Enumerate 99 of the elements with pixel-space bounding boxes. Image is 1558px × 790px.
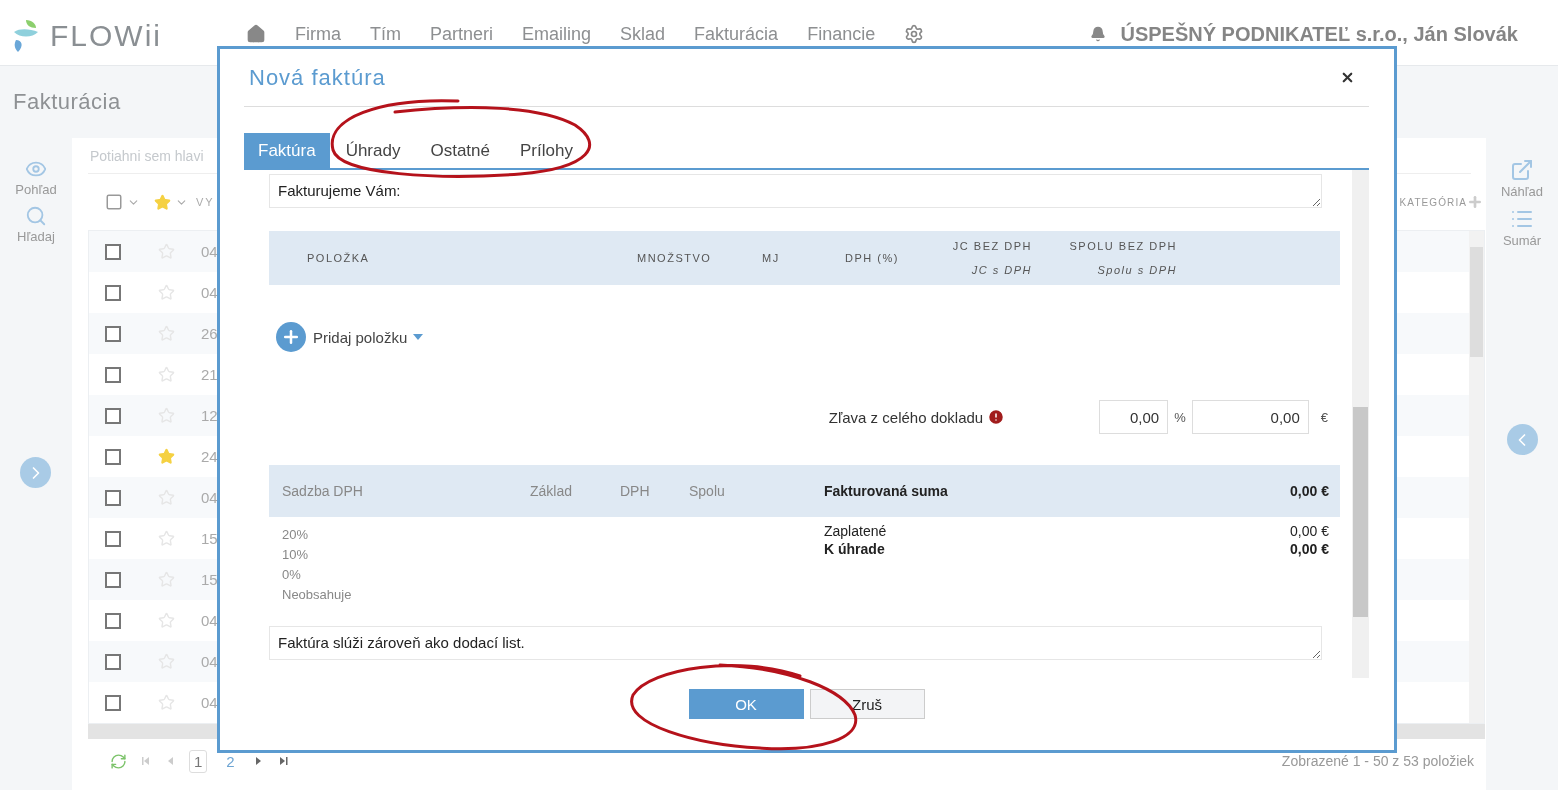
- scrollbar[interactable]: [1352, 170, 1369, 678]
- row-checkbox[interactable]: [104, 489, 121, 506]
- column-header[interactable]: VY: [195, 196, 215, 208]
- column-header: Základ: [530, 483, 574, 499]
- discount-label: Zľava z celého dokladu: [828, 408, 984, 426]
- bell-icon[interactable]: [1090, 26, 1107, 42]
- external-link-icon: [1510, 158, 1535, 182]
- row-checkbox[interactable]: [104, 448, 121, 465]
- plus-icon: [276, 322, 306, 352]
- refresh-icon[interactable]: [109, 752, 127, 770]
- column-header: Spolu: [689, 483, 726, 499]
- column-header: POLOŽKA: [307, 252, 371, 264]
- column-header: SPOLU BEZ DPH: [1068, 240, 1177, 252]
- table-cell: 26: [200, 325, 218, 342]
- expand-button[interactable]: [20, 457, 52, 488]
- plus-icon[interactable]: [1467, 194, 1484, 210]
- table-cell: 04: [200, 489, 218, 506]
- star-icon[interactable]: [157, 694, 175, 711]
- table-cell: 04: [200, 612, 218, 629]
- ok-button[interactable]: OK: [688, 689, 804, 719]
- column-header: MJ: [762, 252, 781, 264]
- page-button[interactable]: 1: [188, 749, 208, 773]
- total-value: 0,00 €: [1290, 523, 1329, 539]
- home-icon[interactable]: [246, 24, 266, 44]
- rail-tool[interactable]: Pohľad: [15, 158, 57, 197]
- column-header[interactable]: KATEGÓRIA: [1399, 196, 1468, 208]
- alert-icon: [987, 408, 1006, 426]
- nav-link[interactable]: Partneri: [430, 23, 494, 45]
- row-checkbox[interactable]: [104, 694, 121, 711]
- vat-rate: 0%: [282, 567, 302, 582]
- total-label: Zaplatené: [824, 523, 887, 539]
- star-icon[interactable]: [157, 530, 175, 547]
- row-checkbox[interactable]: [104, 325, 121, 342]
- row-checkbox[interactable]: [104, 653, 121, 670]
- row-checkbox[interactable]: [104, 366, 121, 383]
- text-area[interactable]: Faktúra slúži zároveň ako dodací list.: [269, 626, 1322, 660]
- table-cell: 04: [200, 694, 218, 711]
- brand-name: FLOWii: [50, 20, 162, 52]
- table-cell: 24: [200, 448, 218, 465]
- column-header: DPH (%): [845, 252, 900, 264]
- unit-label: €: [1320, 409, 1328, 425]
- percent-field[interactable]: 0,00: [1099, 400, 1169, 434]
- total-label: K úhrade: [824, 541, 885, 557]
- nav-link[interactable]: Firma: [295, 23, 341, 45]
- star-icon[interactable]: [157, 612, 175, 629]
- nav-link[interactable]: Tím: [370, 23, 401, 45]
- invoiced-value: 0,00 €: [1290, 483, 1329, 499]
- column-header: MNOŽSTVO: [637, 252, 713, 264]
- column-header: DPH: [620, 483, 651, 499]
- unit-label: %: [1174, 409, 1186, 425]
- rail-tool[interactable]: Hľadaj: [17, 205, 55, 244]
- checkbox-icon[interactable]: [104, 193, 123, 211]
- nav-link[interactable]: Financie: [807, 23, 876, 45]
- add-item-button[interactable]: Pridaj položku: [276, 322, 408, 352]
- account-name[interactable]: ÚSPEŠNÝ PODNIKATEĽ s.r.o., Ján Slovák: [1120, 22, 1518, 46]
- cancel-button[interactable]: Zruš: [809, 689, 925, 719]
- table-cell: 15: [200, 571, 218, 588]
- settings-icon[interactable]: [904, 24, 925, 44]
- row-checkbox[interactable]: [104, 407, 121, 424]
- vat-rate: Neobsahuje: [282, 587, 353, 602]
- page-title: Fakturácia: [13, 89, 121, 115]
- row-checkbox[interactable]: [104, 530, 121, 547]
- total-value: 0,00 €: [1290, 541, 1329, 557]
- star-icon[interactable]: [153, 193, 171, 211]
- search-icon: [24, 205, 47, 227]
- table-cell: 12: [200, 407, 218, 424]
- row-checkbox[interactable]: [104, 612, 121, 629]
- table-cell: 04: [200, 653, 218, 670]
- last-page-icon[interactable]: [277, 756, 288, 766]
- first-page-icon[interactable]: [140, 756, 151, 766]
- star-icon[interactable]: [157, 448, 175, 465]
- rail-tool[interactable]: Sumár: [1502, 207, 1542, 248]
- nav-link[interactable]: Fakturácia: [694, 23, 779, 45]
- nav-link[interactable]: Emailing: [522, 23, 592, 45]
- column-header: Sadzba DPH: [282, 483, 364, 499]
- vat-rate: 20%: [282, 527, 310, 542]
- column-header: Spolu s DPH: [1096, 264, 1177, 276]
- tab[interactable]: Faktúra: [244, 133, 330, 168]
- row-checkbox[interactable]: [104, 284, 121, 301]
- table-cell: 21: [200, 366, 218, 383]
- text-area[interactable]: Fakturujeme Vám:: [269, 174, 1322, 208]
- column-header: JC s DPH: [970, 264, 1032, 276]
- dialog-title: Nová faktúra: [249, 64, 386, 91]
- close-button[interactable]: [1340, 70, 1355, 85]
- range-text: Zobrazené 1 - 50 z 53 položiek: [1281, 753, 1475, 769]
- collapse-button[interactable]: [1506, 424, 1538, 455]
- vat-rate: 10%: [282, 547, 310, 562]
- rail-tool[interactable]: Náhľad: [1501, 158, 1544, 199]
- nav-link[interactable]: Sklad: [620, 23, 666, 45]
- invoiced-label: Fakturovaná suma: [824, 483, 949, 499]
- star-icon[interactable]: [157, 366, 175, 383]
- star-icon[interactable]: [157, 284, 175, 301]
- table-cell: 15: [200, 530, 218, 547]
- table-cell: 04: [200, 284, 218, 301]
- amount-field[interactable]: 0,00: [1191, 400, 1309, 434]
- table-cell: 04: [200, 243, 218, 260]
- column-header: JC BEZ DPH: [951, 240, 1032, 252]
- row-checkbox[interactable]: [104, 243, 121, 260]
- row-checkbox[interactable]: [104, 571, 121, 588]
